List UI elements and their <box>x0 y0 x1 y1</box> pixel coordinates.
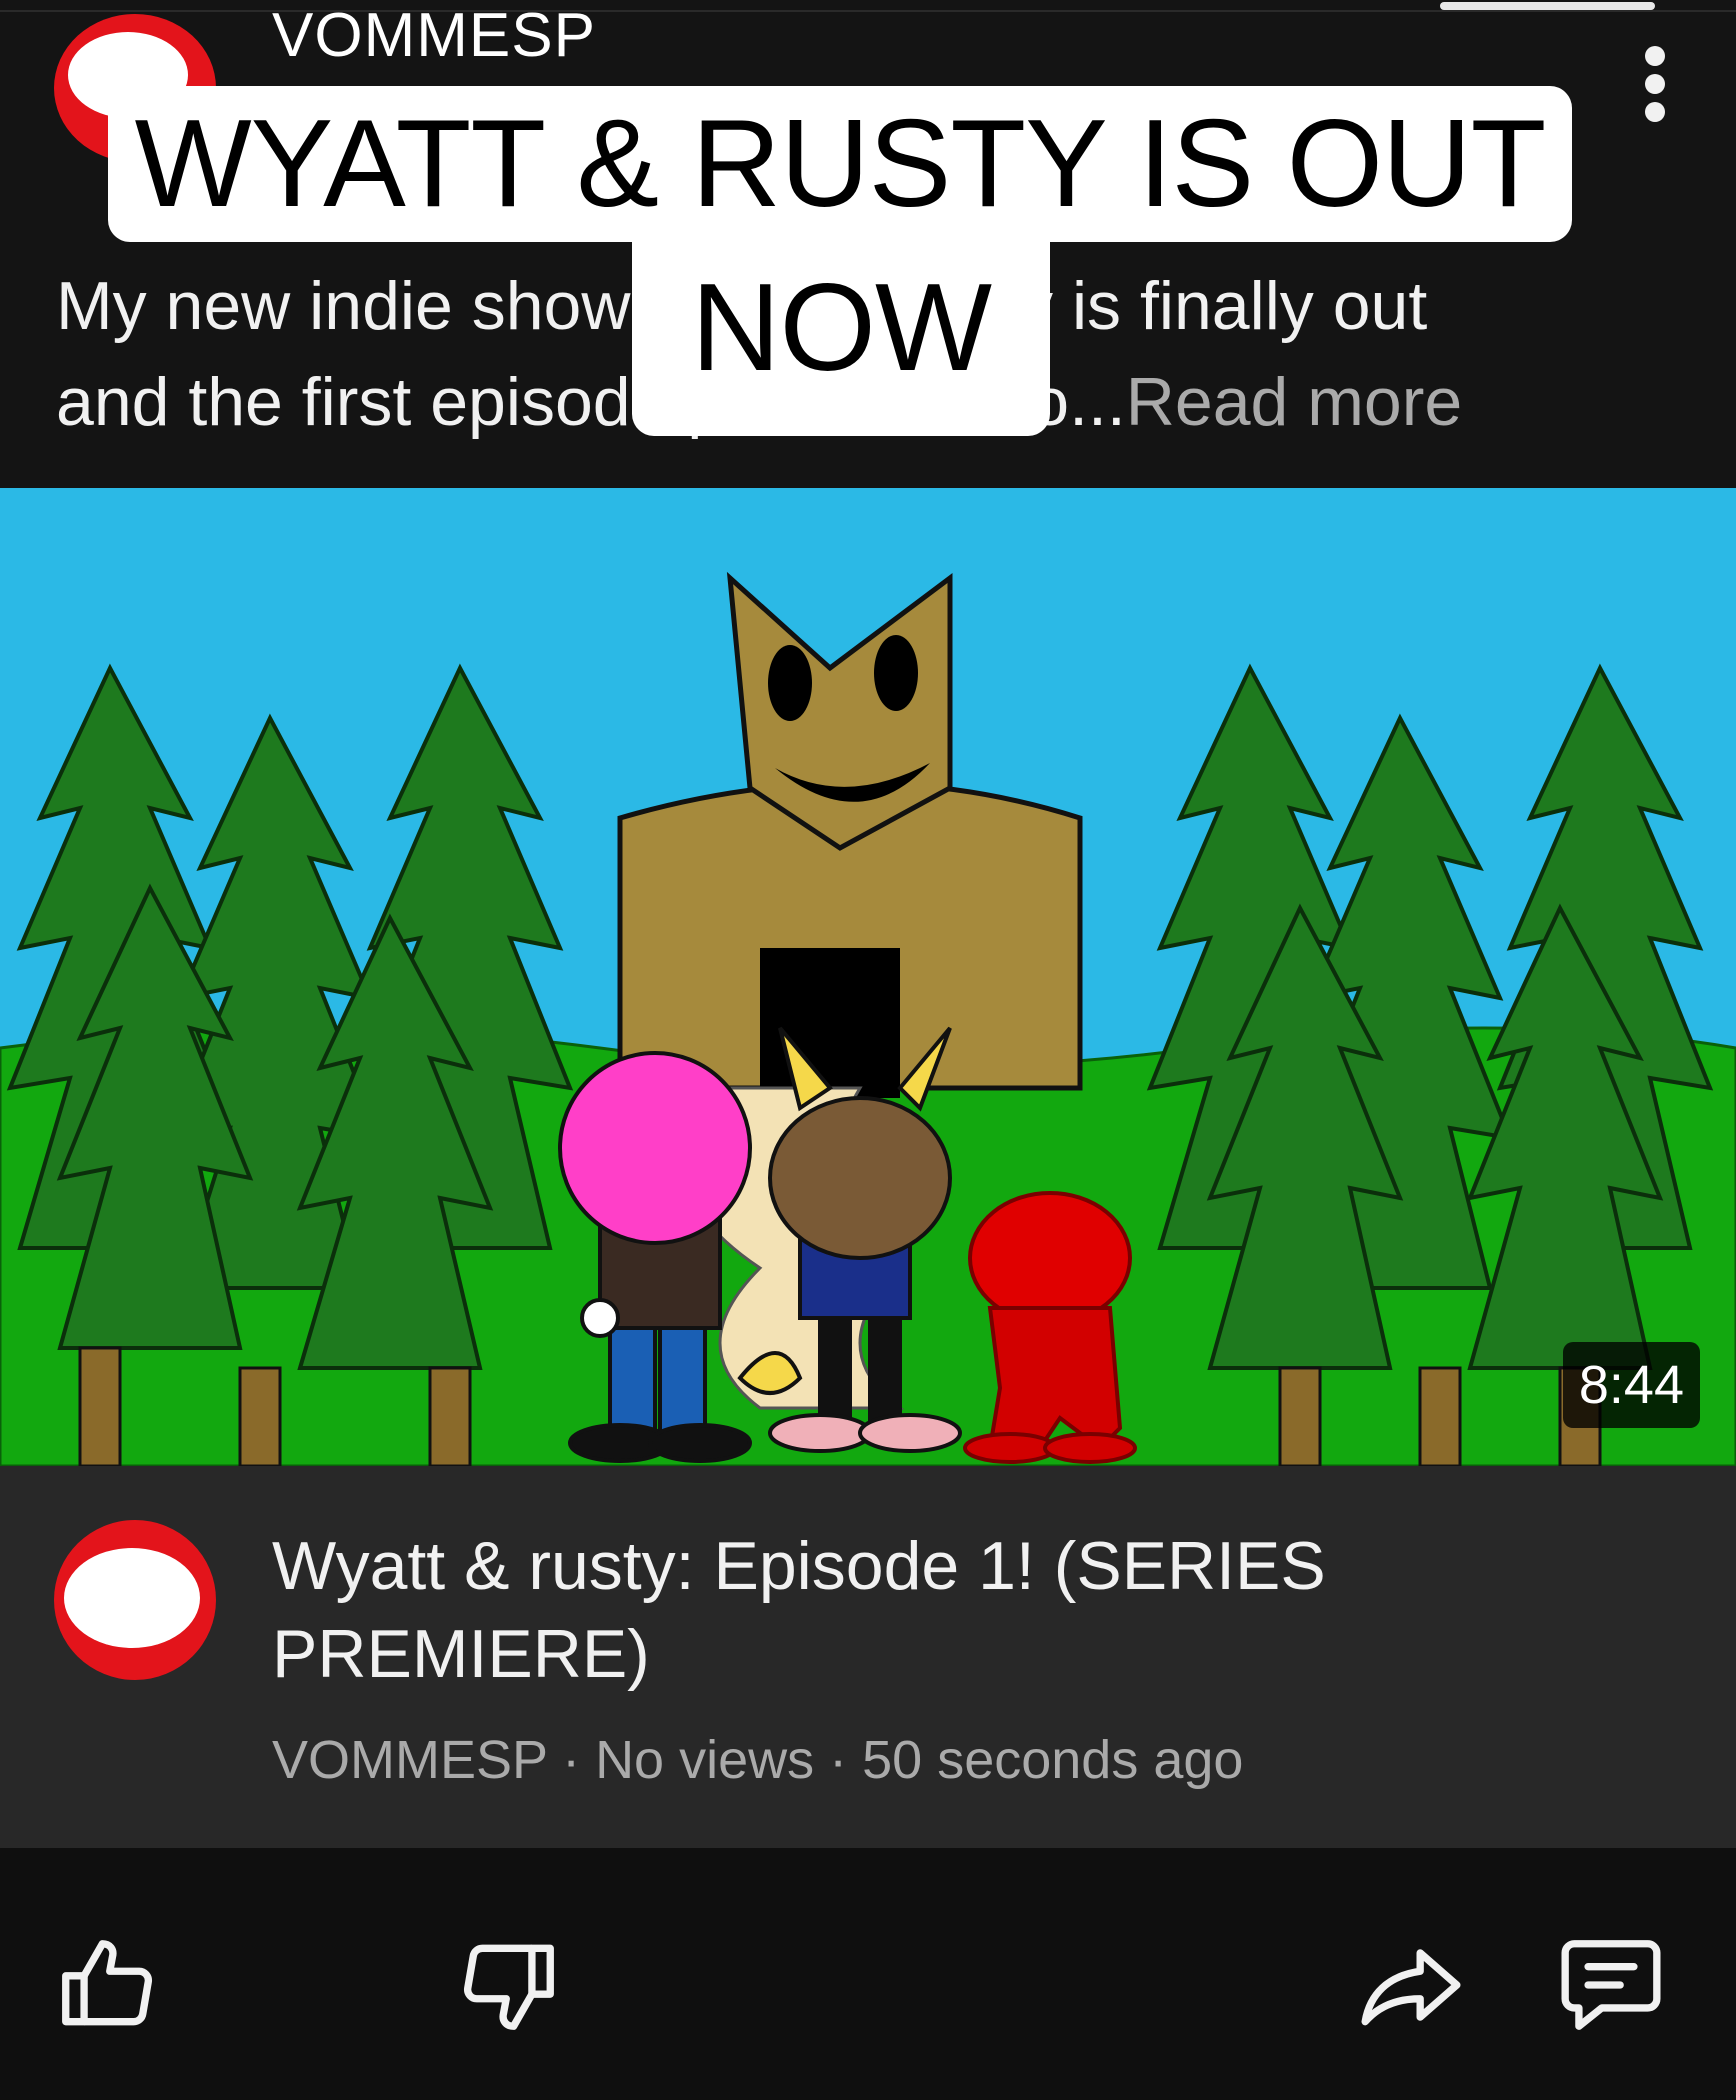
overlay-caption-line-1: WYATT & RUSTY IS OUT <box>108 86 1572 242</box>
channel-name[interactable]: VOMMESP <box>272 0 596 72</box>
share-icon <box>1361 1949 1461 2026</box>
comments-icon <box>1561 1940 1661 2030</box>
video-channel-avatar[interactable] <box>54 1520 216 1680</box>
like-button[interactable] <box>52 1930 162 2040</box>
overlay-caption-line-2: NOW <box>632 244 1050 436</box>
thumbnail-illustration <box>0 488 1736 1466</box>
video-thumbnail[interactable]: 8:44 <box>0 488 1736 1466</box>
video-metadata: VOMMESP · No views · 50 seconds ago <box>272 1728 1243 1792</box>
post-header: VOMMESP My new indie show Wyatt & rusty … <box>0 0 1736 488</box>
dislike-button[interactable] <box>454 1930 564 2040</box>
action-bar <box>0 1848 1736 2100</box>
meta-age: 50 seconds ago <box>862 1730 1244 1790</box>
story-progress-bar <box>1440 2 1655 10</box>
meta-channel[interactable]: VOMMESP <box>272 1730 547 1790</box>
meta-separator: · <box>814 1730 863 1790</box>
comments-button[interactable] <box>1556 1930 1666 2040</box>
read-more-link[interactable]: Read more <box>1126 364 1462 440</box>
more-options-icon[interactable] <box>1640 44 1670 124</box>
thumbs-down-icon <box>464 1944 554 2030</box>
video-title[interactable]: Wyatt & rusty: Episode 1! (SERIES PREMIE… <box>272 1522 1672 1698</box>
video-title-line-2: PREMIERE) <box>272 1616 650 1692</box>
video-duration-badge: 8:44 <box>1562 1342 1700 1428</box>
video-info[interactable]: Wyatt & rusty: Episode 1! (SERIES PREMIE… <box>0 1466 1736 1848</box>
meta-views: No views <box>595 1730 815 1790</box>
meta-separator: · <box>547 1730 596 1790</box>
thumbs-up-icon <box>62 1940 152 2026</box>
share-button[interactable] <box>1356 1930 1466 2040</box>
video-title-line-1: Wyatt & rusty: Episode 1! (SERIES <box>272 1528 1326 1604</box>
divider <box>0 10 1736 12</box>
